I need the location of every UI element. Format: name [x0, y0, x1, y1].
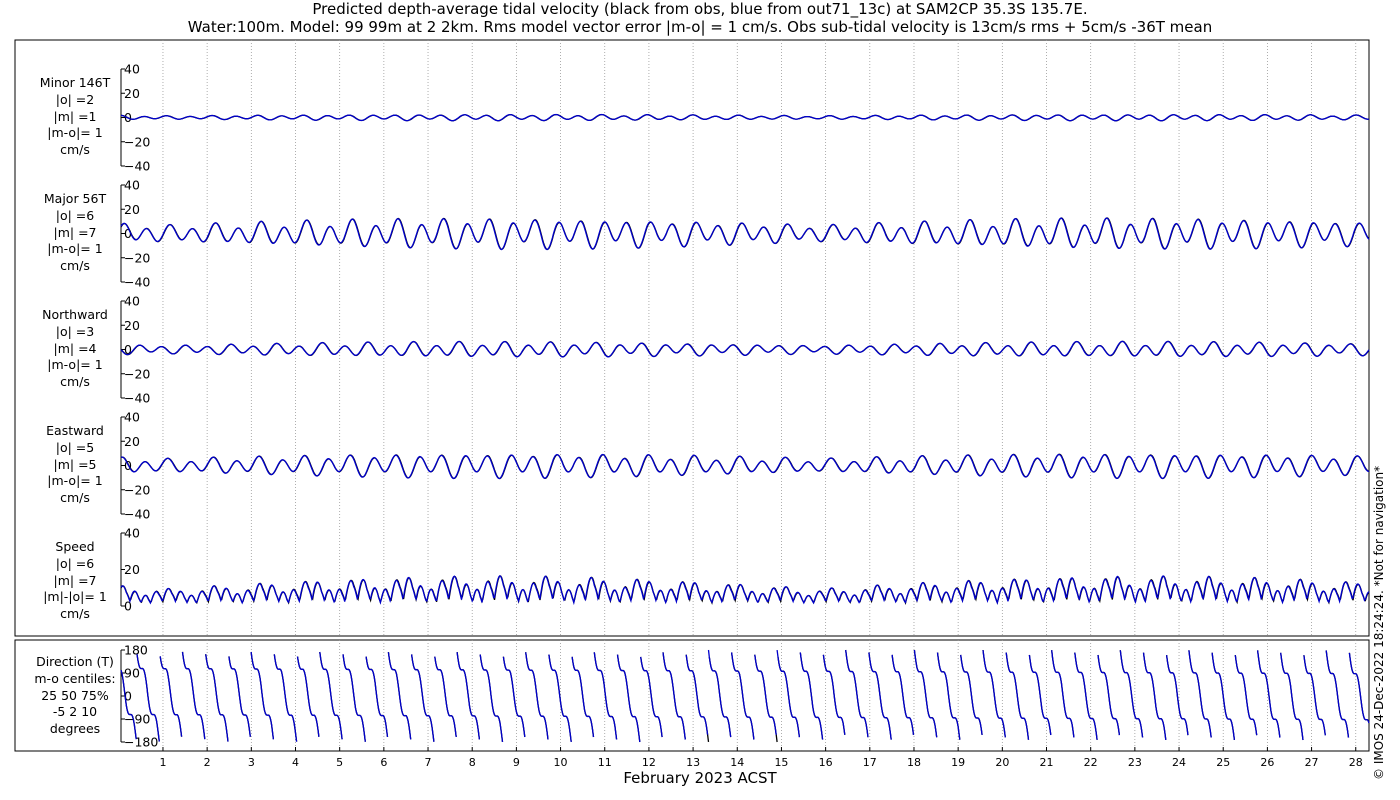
x-tick-label-21: 21 [1040, 756, 1054, 769]
major-label-line: |m-o|= 1 [47, 241, 103, 257]
minor-label-line: |o| =2 [55, 91, 95, 107]
x-tick-label-8: 8 [469, 756, 476, 769]
speed-series-model [120, 574, 1370, 606]
x-tick-label-9: 9 [513, 756, 520, 769]
x-tick-label-15: 15 [774, 756, 788, 769]
x-tick-label-17: 17 [863, 756, 877, 769]
x-tick-labels: 1 2 3 4 5 6 7 8 9 10 11 12 13 14 15 16 17 18 19 20 21 22 23 24 2… [159, 747, 1363, 769]
major-label-line: |o| =6 [55, 207, 95, 223]
x-tick-label-4: 4 [292, 756, 299, 769]
panel-minor: 40200−20−40 [120, 62, 1370, 174]
east-series-obs [120, 453, 1370, 480]
x-axis-label: February 2023 ACST [623, 769, 777, 787]
tidal-velocity-chart: 1 2 3 4 5 6 7 8 9 10 11 12 13 14 15 16 17 18 19 20 21 22 23 24 2… [14, 39, 1370, 769]
speed-label-line: |o| =6 [55, 555, 95, 571]
north-label-line: |m-o|= 1 [47, 357, 103, 373]
x-tick-label-13: 13 [686, 756, 700, 769]
upper-frame [14, 39, 1370, 637]
north-series-model [120, 340, 1370, 358]
major-series-model [120, 217, 1370, 251]
north-label-line: |o| =3 [55, 323, 95, 339]
panel-north: 40200−20−40 [120, 294, 1370, 406]
minor-label-line: |m-o|= 1 [47, 125, 103, 141]
east-label-line: |m| =5 [53, 456, 97, 472]
minor-series-model [120, 113, 1370, 122]
x-tick-label-19: 19 [951, 756, 965, 769]
x-tick-label-26: 26 [1260, 756, 1274, 769]
x-tick-label-27: 27 [1305, 756, 1319, 769]
panel-major: 40200−20−40 [120, 178, 1370, 290]
x-tick-label-22: 22 [1084, 756, 1098, 769]
east-label-line: Eastward [46, 423, 104, 438]
minor-y-tick-label: −40 [124, 159, 150, 174]
x-tick-label-1: 1 [159, 756, 166, 769]
major-label-line: Major 56T [43, 191, 107, 206]
x-tick-label-5: 5 [336, 756, 343, 769]
speed-panel-label: Speed |o| =6 |m| =7 |m|-|o|= 1 cm/s [16, 539, 134, 623]
direction-panel-label: Direction (T) m-o centiles: 25 50 75% -5 2 … [16, 654, 134, 738]
north-panel-label: Northward |o| =3 |m| =4 |m-o|= 1 cm/s [16, 307, 134, 391]
minor-panel-label: Minor 146T |o| =2 |m| =1 |m-o|= 1 cm/s [16, 75, 134, 159]
x-tick-label-20: 20 [995, 756, 1009, 769]
direction-series-model [120, 649, 1370, 743]
day-gridlines [162, 40, 1357, 751]
x-tick-label-6: 6 [380, 756, 387, 769]
direction-frame [14, 639, 1370, 752]
x-tick-label-16: 16 [819, 756, 833, 769]
x-tick-label-3: 3 [248, 756, 255, 769]
north-label-line: cm/s [60, 374, 90, 390]
x-tick-label-12: 12 [642, 756, 656, 769]
x-tick-label-28: 28 [1349, 756, 1363, 769]
x-tick-label-23: 23 [1128, 756, 1142, 769]
x-tick-label-18: 18 [907, 756, 921, 769]
x-tick-label-24: 24 [1172, 756, 1186, 769]
x-tick-label-10: 10 [554, 756, 568, 769]
panel-east: 40200−20−40 [120, 410, 1370, 522]
x-tick-label-7: 7 [425, 756, 432, 769]
east-label-line: cm/s [60, 490, 90, 506]
direction-label-line: m-o centiles: [34, 670, 116, 686]
minor-label-line: Minor 146T [39, 75, 111, 90]
speed-label-line: |m| =7 [53, 572, 97, 588]
minor-label-line: cm/s [60, 142, 90, 158]
major-y-tick-label: −40 [124, 275, 150, 290]
direction-label-line: Direction (T) [36, 654, 114, 669]
major-label-line: |m| =7 [53, 224, 97, 240]
north-label-line: Northward [42, 307, 108, 322]
east-panel-label: Eastward |o| =5 |m| =5 |m-o|= 1 cm/s [16, 423, 134, 507]
north-label-line: |m| =4 [53, 340, 97, 356]
east-label-line: |m-o|= 1 [47, 473, 103, 489]
major-label-line: cm/s [60, 258, 90, 274]
x-tick-label-14: 14 [730, 756, 744, 769]
direction-label-line: degrees [49, 721, 101, 737]
east-y-tick-label: −40 [124, 507, 150, 522]
credit-note: © IMOS 24-Dec-2022 18:24:24. *Not for na… [1372, 465, 1386, 780]
speed-label-line: |m|-|o|= 1 [43, 589, 107, 605]
x-tick-label-11: 11 [598, 756, 612, 769]
north-y-tick-label: −40 [124, 391, 150, 406]
minor-label-line: |m| =1 [53, 108, 97, 124]
direction-label-line: 25 50 75% [41, 687, 109, 703]
panel-speed: 40200 [120, 526, 1370, 614]
panel-direction: 180900−90−180 [120, 643, 1370, 750]
x-tick-label-25: 25 [1216, 756, 1230, 769]
speed-label-line: cm/s [60, 606, 90, 622]
east-label-line: |o| =5 [55, 439, 95, 455]
major-panel-label: Major 56T |o| =6 |m| =7 |m-o|= 1 cm/s [16, 191, 134, 275]
speed-label-line: Speed [55, 539, 95, 554]
x-tick-label-2: 2 [204, 756, 211, 769]
direction-label-line: -5 2 10 [52, 704, 98, 720]
